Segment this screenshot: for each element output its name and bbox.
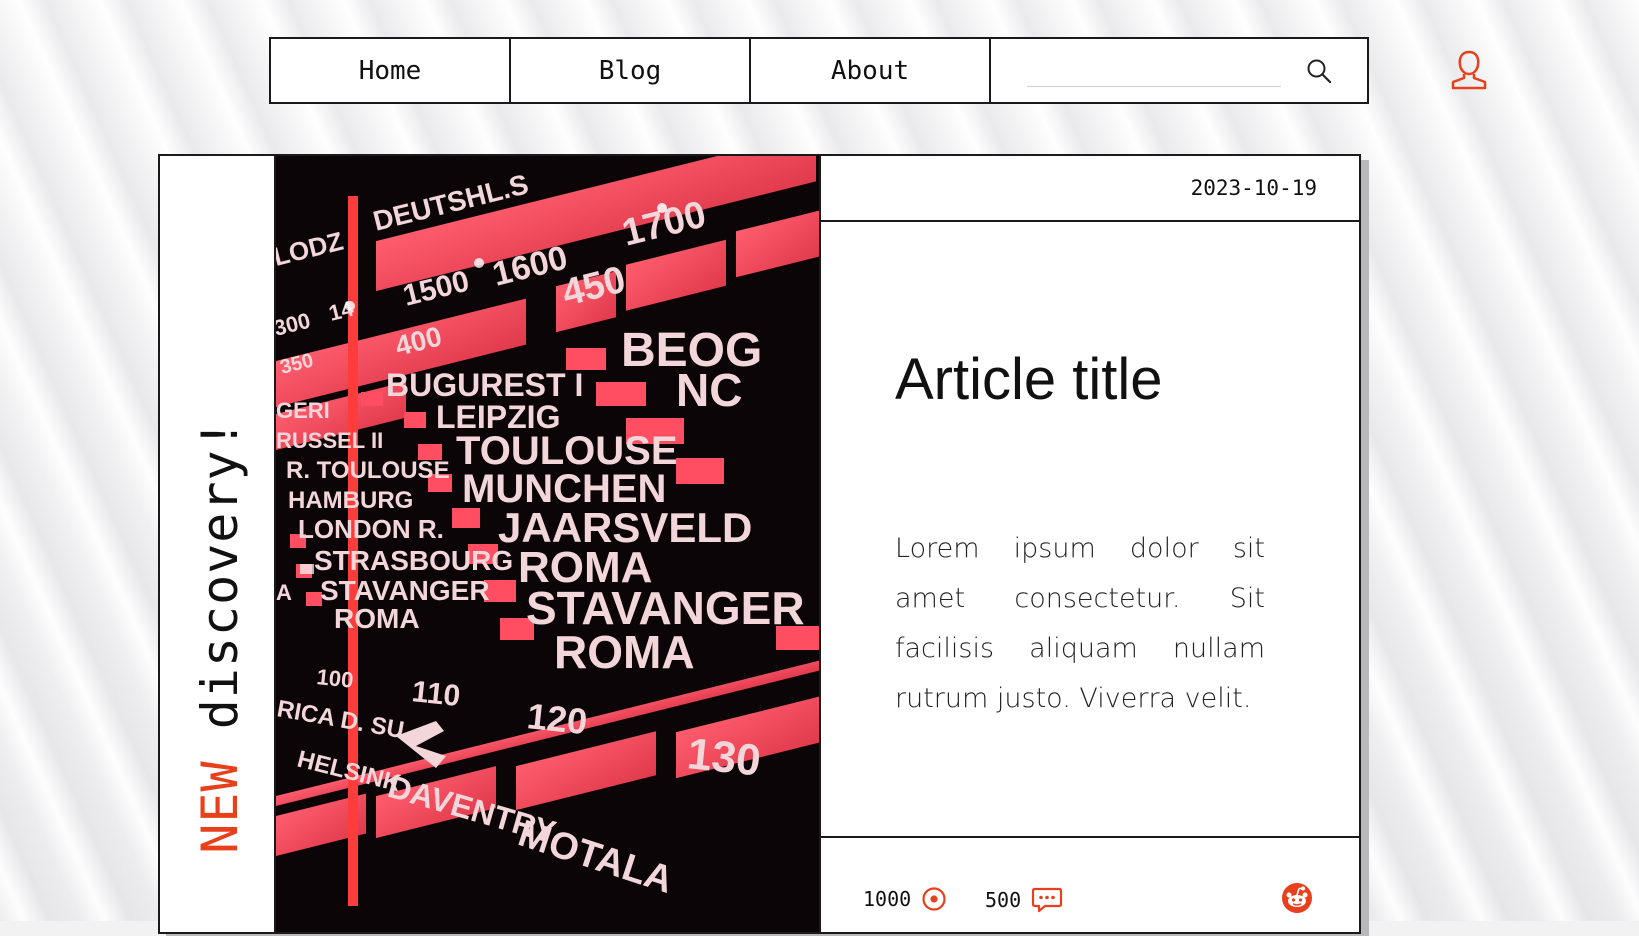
article-card: NEW discovery! DEUTSHL.S LODZ 1500 1600 … <box>158 154 1361 934</box>
svg-text:R. TOULOUSE: R. TOULOUSE <box>286 457 450 484</box>
views-stat: 1000 <box>863 886 947 912</box>
svg-text:130: 130 <box>685 729 763 785</box>
svg-text:ROMA: ROMA <box>334 603 420 634</box>
article-title[interactable]: Article title <box>895 346 1163 413</box>
nav-about[interactable]: About <box>751 39 991 102</box>
svg-text:HAMBURG: HAMBURG <box>288 487 413 514</box>
article-image: DEUTSHL.S LODZ 1500 1600 1700 300 14 400… <box>276 156 821 932</box>
article-date-row: 2023-10-19 <box>821 156 1359 222</box>
search-icon <box>1307 59 1332 83</box>
search-box <box>991 39 1367 102</box>
views-count: 1000 <box>863 887 912 911</box>
svg-text:STRASBOURG: STRASBOURG <box>314 545 513 576</box>
svg-text:LONDON R.: LONDON R. <box>298 514 444 544</box>
comments-stat[interactable]: 500 <box>985 886 1063 914</box>
eye-icon <box>922 887 946 911</box>
radio-dial-image: DEUTSHL.S LODZ 1500 1600 1700 300 14 400… <box>276 156 819 932</box>
comment-icon <box>1032 887 1063 913</box>
user-icon <box>1451 50 1487 90</box>
top-nav: Home Blog About <box>269 37 1369 104</box>
svg-text:ROMA: ROMA <box>554 626 695 678</box>
article-stats: 1000 500 <box>821 836 1359 936</box>
reddit-share-button[interactable] <box>1281 882 1313 914</box>
svg-text:RUSSEL II: RUSSEL II <box>276 428 383 453</box>
svg-text:100: 100 <box>315 664 354 693</box>
search-input[interactable] <box>1027 54 1281 87</box>
svg-text:120: 120 <box>525 695 589 742</box>
svg-text:GERI: GERI <box>276 398 330 423</box>
svg-text:STAVANGER: STAVANGER <box>320 575 490 606</box>
svg-text:110: 110 <box>410 675 462 713</box>
side-label-column: NEW discovery! <box>160 156 276 932</box>
side-label: NEW discovery! <box>191 418 249 853</box>
user-button[interactable] <box>1447 48 1491 92</box>
article-date: 2023-10-19 <box>1190 176 1317 200</box>
side-label-rest: discovery! <box>191 418 249 761</box>
reddit-icon <box>1282 883 1312 913</box>
search-button[interactable] <box>1299 51 1339 91</box>
side-label-new: NEW <box>191 760 249 854</box>
nav-blog[interactable]: Blog <box>511 39 751 102</box>
svg-text:BUGUREST I: BUGUREST I <box>386 367 583 403</box>
svg-text:NC: NC <box>676 364 742 416</box>
nav-home[interactable]: Home <box>271 39 511 102</box>
article-content: 2023-10-19 Article title Lorem ipsum dol… <box>821 156 1359 932</box>
article-body: Lorem ipsum dolor sit amet consectetur. … <box>895 533 1265 714</box>
comments-count: 500 <box>985 888 1022 912</box>
svg-text:A: A <box>276 580 292 605</box>
